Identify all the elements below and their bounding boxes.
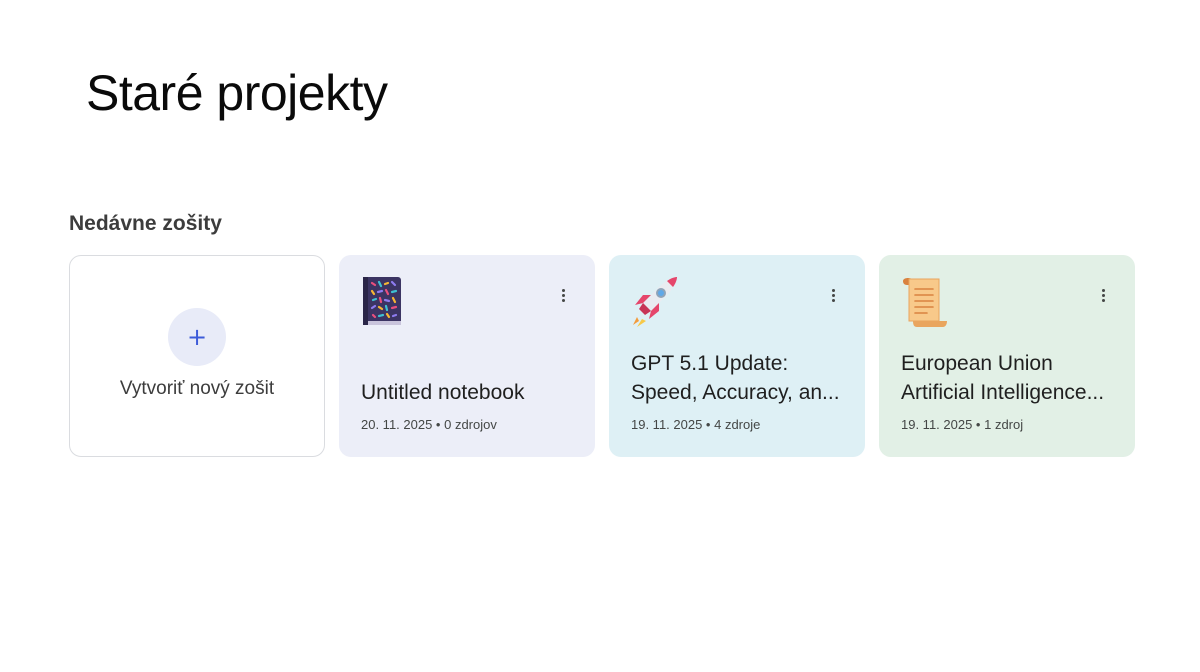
book-icon — [363, 277, 401, 325]
plus-icon: + — [168, 308, 226, 366]
create-notebook-label: Vytvoriť nový zošit — [119, 378, 275, 399]
create-notebook-card[interactable]: + Vytvoriť nový zošit — [69, 255, 325, 457]
more-options-icon[interactable] — [1093, 285, 1113, 305]
section-title: Nedávne zošity — [69, 212, 222, 235]
more-options-icon[interactable] — [823, 285, 843, 305]
notebook-meta: 20. 11. 2025 • 0 zdrojov — [361, 417, 497, 432]
notebook-title: GPT 5.1 Update: Speed, Accuracy, an... — [631, 352, 840, 404]
notebook-card[interactable]: Untitled notebook 20. 11. 2025 • 0 zdroj… — [339, 255, 595, 457]
notebook-meta: 19. 11. 2025 • 1 zdroj — [901, 417, 1024, 432]
page-title: Staré projekty — [86, 65, 388, 121]
notebook-list: + Vytvoriť nový zošit Untitled notebook … — [69, 255, 1135, 457]
more-options-icon[interactable] — [553, 285, 573, 305]
notebook-card[interactable]: GPT 5.1 Update: Speed, Accuracy, an... 1… — [609, 255, 865, 457]
scroll-icon — [903, 278, 947, 327]
notebook-card[interactable]: European Union Artificial Intelligence..… — [879, 255, 1135, 457]
rocket-icon — [633, 277, 677, 327]
notebook-meta: 19. 11. 2025 • 4 zdroje — [631, 417, 761, 432]
notebook-title: European Union Artificial Intelligence..… — [901, 352, 1105, 404]
page: Staré projekty Nedávne zošity + Vytvoriť… — [0, 0, 1200, 672]
notebook-title: Untitled notebook — [361, 381, 525, 404]
